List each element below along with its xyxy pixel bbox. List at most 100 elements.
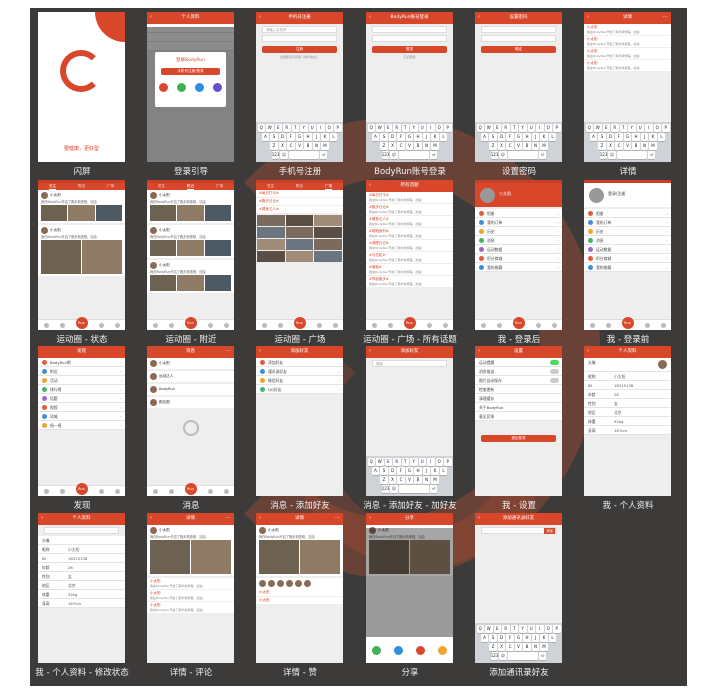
profile-row[interactable]: 头像 [38,536,125,545]
key-123[interactable]: 123 [490,151,498,159]
profile-row[interactable]: 性别 女 [38,572,125,581]
profile-row[interactable]: 年龄 26 [584,390,671,399]
tab-discover-icon[interactable] [59,322,65,328]
settings-item[interactable]: 消息推送 [475,367,562,376]
list-item[interactable]: 排行榜 › [38,385,125,394]
list-item[interactable]: BodyRun吧 › [38,358,125,367]
profile-row[interactable]: 昵称 小太阳 [38,545,125,554]
key-v[interactable]: V [514,643,523,651]
profile-row[interactable]: 昵称 小太阳 [584,372,671,381]
forget-password-link[interactable]: 忘记密码 [366,55,453,59]
profile-row[interactable]: 体重 52kg [38,590,125,599]
tab-1[interactable]: 附近 [186,183,195,190]
comment-item[interactable]: 小太阳 [256,589,343,597]
key-y[interactable]: Y [410,458,418,466]
tab-moments-icon[interactable] [480,322,486,328]
list-item[interactable]: 运动数据 › [584,245,671,254]
key-r[interactable]: R [393,458,401,466]
key-j[interactable]: J [531,133,540,141]
post-image[interactable] [177,275,204,291]
contact-search-input[interactable]: 添加 [481,527,556,534]
key-w[interactable]: W [376,458,384,466]
key-l[interactable]: L [439,467,448,475]
moments-icon[interactable] [437,645,447,655]
key-r[interactable]: R [393,124,401,132]
profile-row[interactable]: 体重 52kg [584,417,671,426]
tab-me-icon[interactable] [551,322,557,328]
other-icon[interactable] [212,83,222,92]
key-a[interactable]: A [371,133,380,141]
tab-me-icon[interactable] [442,322,448,328]
key-e[interactable]: E [384,124,392,132]
key-z[interactable]: Z [380,476,388,484]
toggle-switch[interactable] [550,359,559,365]
photo-thumb[interactable] [257,239,285,250]
tab-message-icon[interactable] [316,322,322,328]
avatar[interactable] [658,360,667,369]
tab-run-button[interactable]: Run [75,317,88,329]
key-b[interactable]: B [523,643,531,651]
topic-item[interactable]: #瑜伽# 我在BodyRun开启了跑步新旅程，加油 [366,264,453,276]
key-b[interactable]: B [304,142,312,150]
post-image[interactable] [150,540,190,574]
key-x[interactable]: X [497,643,506,651]
tab-me-icon[interactable] [223,322,229,328]
key-s[interactable]: S [489,634,497,642]
key-g[interactable]: G [514,634,523,642]
key-f[interactable]: F [615,133,623,141]
key-s[interactable]: S [489,133,497,141]
key-y[interactable]: Y [628,124,636,132]
tab-moments-icon[interactable] [371,322,377,328]
post-image[interactable] [177,205,204,221]
profile-row[interactable]: 年龄 26 [38,563,125,572]
more-icon[interactable]: ⋯ [335,515,340,522]
tab-run-button[interactable]: Run [184,483,197,495]
confirm-password-input[interactable] [481,35,556,42]
key-123[interactable]: 123 [599,151,607,159]
feed-post[interactable]: 小太阳 我在BodyRun开启了跑步新旅程，加油 [147,260,234,293]
password-input[interactable] [372,35,447,42]
key-a[interactable]: A [589,133,598,141]
account-input[interactable] [372,26,447,33]
tab-discover-icon[interactable] [59,488,65,494]
photo-thumb[interactable] [285,251,314,262]
wechat-icon[interactable] [372,645,382,655]
login-prompt[interactable]: 登录/注册 [608,191,625,197]
comment-item[interactable]: 小太阳 我在BodyRun开启了跑步新旅程，加油 [584,60,671,72]
key-l[interactable]: L [548,634,557,642]
avatar[interactable] [150,360,157,367]
profile-row[interactable]: 地区 北京 [584,408,671,417]
topic-item[interactable]: #每日打卡# 我在BodyRun开启了跑步新旅程，加油 [366,192,453,204]
key-q[interactable]: Q [476,124,484,132]
avatar[interactable] [150,192,157,199]
settings-item[interactable]: 意见反馈 [475,412,562,421]
weibo-icon[interactable] [415,645,425,655]
key-o[interactable]: O [325,124,333,132]
list-item[interactable]: 积分商城 › [475,254,562,263]
avatar[interactable] [150,527,157,534]
key-space[interactable] [507,151,538,159]
key-t[interactable]: T [510,625,518,633]
key-s[interactable]: S [598,133,606,141]
list-item[interactable]: 相册 › [475,209,562,218]
key-v[interactable]: V [295,142,304,150]
qq-icon[interactable] [394,645,404,655]
key-w[interactable]: W [594,124,602,132]
key-h[interactable]: H [304,133,312,141]
tab-run-button[interactable]: Run [75,483,88,495]
tab-discover-icon[interactable] [168,488,174,494]
post-image[interactable] [82,240,122,274]
key-g[interactable]: G [405,467,414,475]
post-image[interactable] [95,205,122,221]
key-space[interactable] [398,151,429,159]
more-icon[interactable]: ⋯ [663,14,668,21]
comment-item[interactable]: 小太阳 我在BodyRun开启了跑步新旅程，加油 [584,24,671,36]
key-space[interactable] [288,151,319,159]
key-m[interactable]: M [431,142,439,150]
photo-thumb[interactable] [314,239,342,250]
key-z[interactable]: Z [380,142,388,150]
liker-avatar[interactable] [286,580,293,587]
post-image[interactable] [191,540,231,574]
comment-item[interactable]: 小太阳 我在BodyRun开启了跑步新旅程，加油 [147,590,234,602]
list-item[interactable]: 历史 › [475,227,562,236]
